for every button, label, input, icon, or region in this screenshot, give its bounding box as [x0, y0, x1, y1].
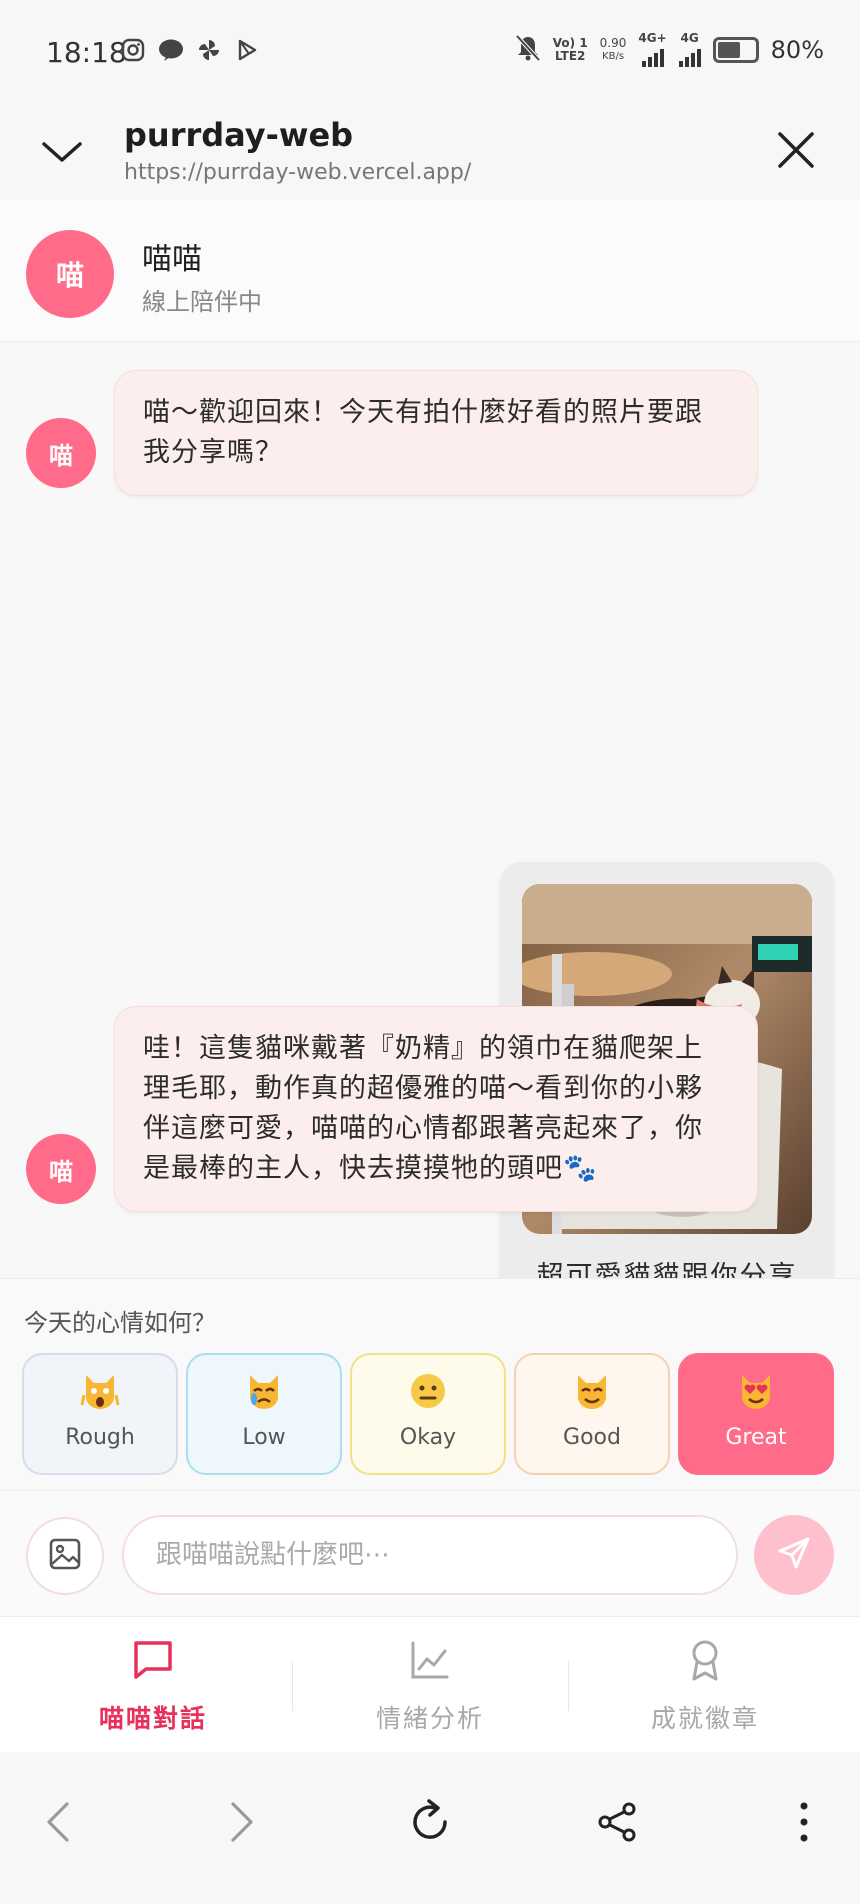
line-icon	[158, 38, 184, 64]
chart-icon	[407, 1637, 453, 1683]
chevron-left-icon	[43, 1800, 73, 1848]
send-icon	[776, 1535, 812, 1575]
mood-label: Low	[242, 1425, 286, 1450]
mood-option-great[interactable]: Great	[678, 1353, 834, 1475]
network-speed: 0.90 KB/s	[599, 35, 627, 63]
notification-icons	[120, 38, 260, 64]
mood-option-rough[interactable]: Rough	[22, 1353, 178, 1475]
speed-value: 0.90	[599, 35, 627, 50]
reload-button[interactable]	[400, 1794, 460, 1854]
chat-name: 喵喵	[142, 242, 202, 277]
chat-status: 線上陪伴中	[142, 288, 262, 316]
tab-label: 成就徽章	[650, 1704, 759, 1733]
tab-label: 喵喵對話	[98, 1704, 207, 1733]
mute-icon	[515, 34, 541, 66]
more-menu-button[interactable]	[774, 1794, 834, 1854]
battery-percent: 80%	[770, 35, 824, 64]
mood-option-okay[interactable]: Okay	[350, 1353, 506, 1475]
page-url: https://purrday-web.vercel.app/	[124, 160, 472, 185]
tab-badges[interactable]: 成就徽章	[562, 1617, 848, 1753]
image-icon	[48, 1537, 82, 1575]
message-list[interactable]: 喵 喵～歡迎回來！今天有拍什麼好看的照片要跟我分享嗎？ 超可愛貓貓跟你分享 喵 …	[0, 342, 860, 1314]
bot-message: 喵～歡迎回來！今天有拍什麼好看的照片要跟我分享嗎？	[114, 370, 758, 496]
heart-eyes-cat-icon	[736, 1371, 776, 1411]
mood-label: Rough	[65, 1425, 135, 1450]
weary-cat-icon	[80, 1371, 120, 1411]
avatar: 喵	[26, 418, 96, 488]
status-indicators: Vo) 1 LTE2 0.90 KB/s 4G+ 4G 80%	[515, 32, 824, 67]
net1-label: 4G+	[638, 31, 667, 45]
play-store-icon	[234, 38, 260, 64]
chevron-right-icon	[227, 1800, 257, 1848]
send-button[interactable]	[754, 1515, 834, 1595]
neutral-face-icon	[408, 1371, 448, 1411]
volte-indicator: Vo) 1 LTE2	[552, 35, 588, 63]
crying-cat-icon	[244, 1371, 284, 1411]
instagram-icon	[120, 38, 146, 64]
attach-image-button[interactable]	[26, 1517, 104, 1595]
mood-option-low[interactable]: Low	[186, 1353, 342, 1475]
mood-label: Good	[563, 1425, 621, 1450]
volte-label: Vo) 1	[552, 35, 588, 50]
tab-mood-analysis[interactable]: 情緒分析	[287, 1617, 573, 1753]
mood-selector: 今天的心情如何？ Rough Low Okay Good Great	[0, 1278, 860, 1490]
tab-label: 情緒分析	[375, 1704, 484, 1733]
net2-label: 4G	[680, 31, 699, 45]
chevron-down-icon[interactable]	[40, 132, 84, 172]
status-time: 18:18	[46, 36, 127, 69]
mood-question: 今天的心情如何？	[24, 1309, 216, 1337]
chat-icon	[130, 1637, 176, 1683]
signal-bars-icon	[678, 45, 701, 67]
lte-label: LTE2	[555, 48, 586, 63]
mood-label: Great	[725, 1425, 787, 1450]
signal-4g-plus: 4G+	[638, 31, 667, 67]
forward-button[interactable]	[212, 1794, 272, 1854]
back-button[interactable]	[28, 1794, 88, 1854]
bot-message: 哇！這隻貓咪戴著『奶精』的領巾在貓爬架上理毛耶，動作真的超優雅的喵～看到你的小夥…	[114, 1006, 758, 1212]
bottom-nav: 喵喵對話 情緒分析 成就徽章	[0, 1616, 860, 1752]
more-vertical-icon	[798, 1800, 810, 1848]
mood-label: Okay	[399, 1425, 457, 1450]
signal-bars-icon	[641, 45, 664, 67]
message-input[interactable]	[122, 1515, 738, 1595]
mood-option-good[interactable]: Good	[514, 1353, 670, 1475]
badge-icon	[682, 1637, 728, 1683]
avatar: 喵	[26, 230, 114, 318]
page-title: purrday-web	[124, 116, 354, 154]
avatar: 喵	[26, 1134, 96, 1204]
chat-header: 喵 喵喵 線上陪伴中	[0, 200, 860, 342]
share-icon	[596, 1800, 640, 1848]
cat-face-icon	[572, 1371, 612, 1411]
close-icon[interactable]	[772, 126, 820, 174]
reload-icon	[405, 1797, 455, 1851]
signal-4g: 4G	[678, 31, 701, 67]
share-button[interactable]	[588, 1794, 648, 1854]
browser-toolbar	[0, 1752, 860, 1904]
composer	[0, 1490, 860, 1616]
browser-header: purrday-web https://purrday-web.vercel.a…	[0, 104, 860, 200]
battery-icon	[712, 36, 759, 63]
app-pinwheel-icon	[196, 38, 222, 64]
status-bar: 18:18 Vo) 1 LTE2 0.90 KB/s 4G+ 4G 80%	[0, 0, 860, 104]
speed-unit: KB/s	[602, 50, 625, 62]
tab-chat[interactable]: 喵喵對話	[10, 1617, 296, 1753]
